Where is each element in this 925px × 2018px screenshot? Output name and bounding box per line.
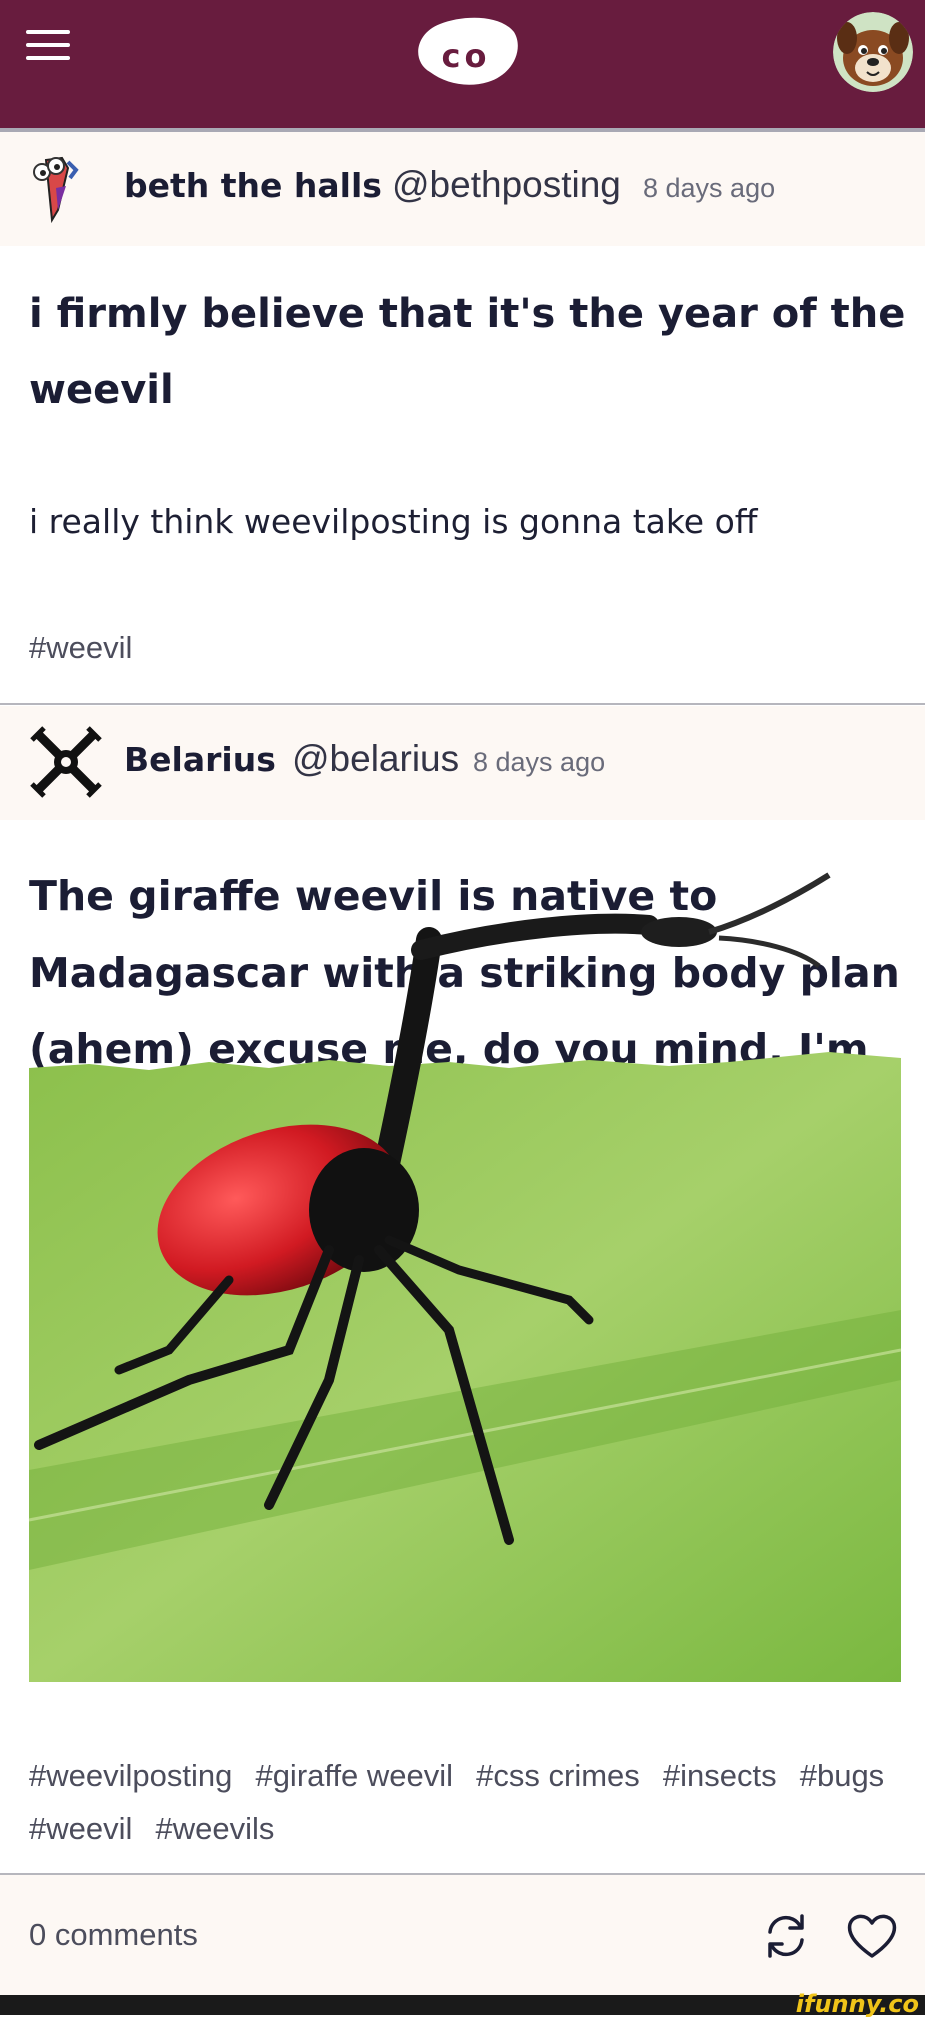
tag-list: #weevilposting #giraffe weevil #css crim… xyxy=(29,1752,909,1858)
comments-link[interactable]: 0 comments xyxy=(29,1917,198,1953)
bottom-strip xyxy=(0,1995,925,2015)
dog-avatar-icon[interactable] xyxy=(833,12,913,92)
tag-link[interactable]: #css crimes xyxy=(476,1752,640,1800)
author-handle[interactable]: @bethposting xyxy=(392,164,621,206)
post-timestamp[interactable]: 8 days ago xyxy=(643,173,775,204)
watermark: ifunny.co xyxy=(795,1990,919,2018)
tag-link[interactable]: #giraffe weevil xyxy=(255,1752,453,1800)
tag-link[interactable]: #insects xyxy=(663,1752,777,1800)
logo-text: co xyxy=(442,37,491,75)
tag-link[interactable]: #weevil xyxy=(29,630,132,665)
crossed-x-avatar-icon[interactable] xyxy=(28,724,104,800)
author-handle[interactable]: @belarius xyxy=(292,738,459,780)
post-header: Belarius @belarius 8 days ago xyxy=(0,706,925,820)
post-footer: 0 comments xyxy=(0,1873,925,1997)
hamburger-icon[interactable] xyxy=(26,30,70,60)
post-header: beth the halls @bethposting 8 days ago xyxy=(0,132,925,246)
post-divider xyxy=(0,703,925,705)
tag-list: #weevil xyxy=(29,630,132,666)
tag-link[interactable]: #bugs xyxy=(800,1752,884,1800)
author-name[interactable]: beth the halls xyxy=(124,166,382,205)
repost-icon[interactable] xyxy=(760,1910,812,1962)
heart-icon[interactable] xyxy=(846,1910,898,1962)
post-headline: i firmly believe that it's the year of t… xyxy=(29,291,906,413)
post-timestamp[interactable]: 8 days ago xyxy=(473,747,605,778)
cartoon-bird-avatar-icon[interactable] xyxy=(28,150,104,226)
tag-link[interactable]: #weevils xyxy=(155,1805,274,1853)
cohost-logo-icon[interactable]: co xyxy=(410,12,522,90)
tag-link[interactable]: #weevil xyxy=(29,1805,132,1853)
post-body-text: i really think weevilposting is gonna ta… xyxy=(29,502,758,541)
author-name[interactable]: Belarius xyxy=(124,740,276,779)
giraffe-weevil-photo xyxy=(28,872,902,1682)
tag-link[interactable]: #weevilposting xyxy=(29,1752,232,1800)
top-nav-bar: co xyxy=(0,0,925,132)
